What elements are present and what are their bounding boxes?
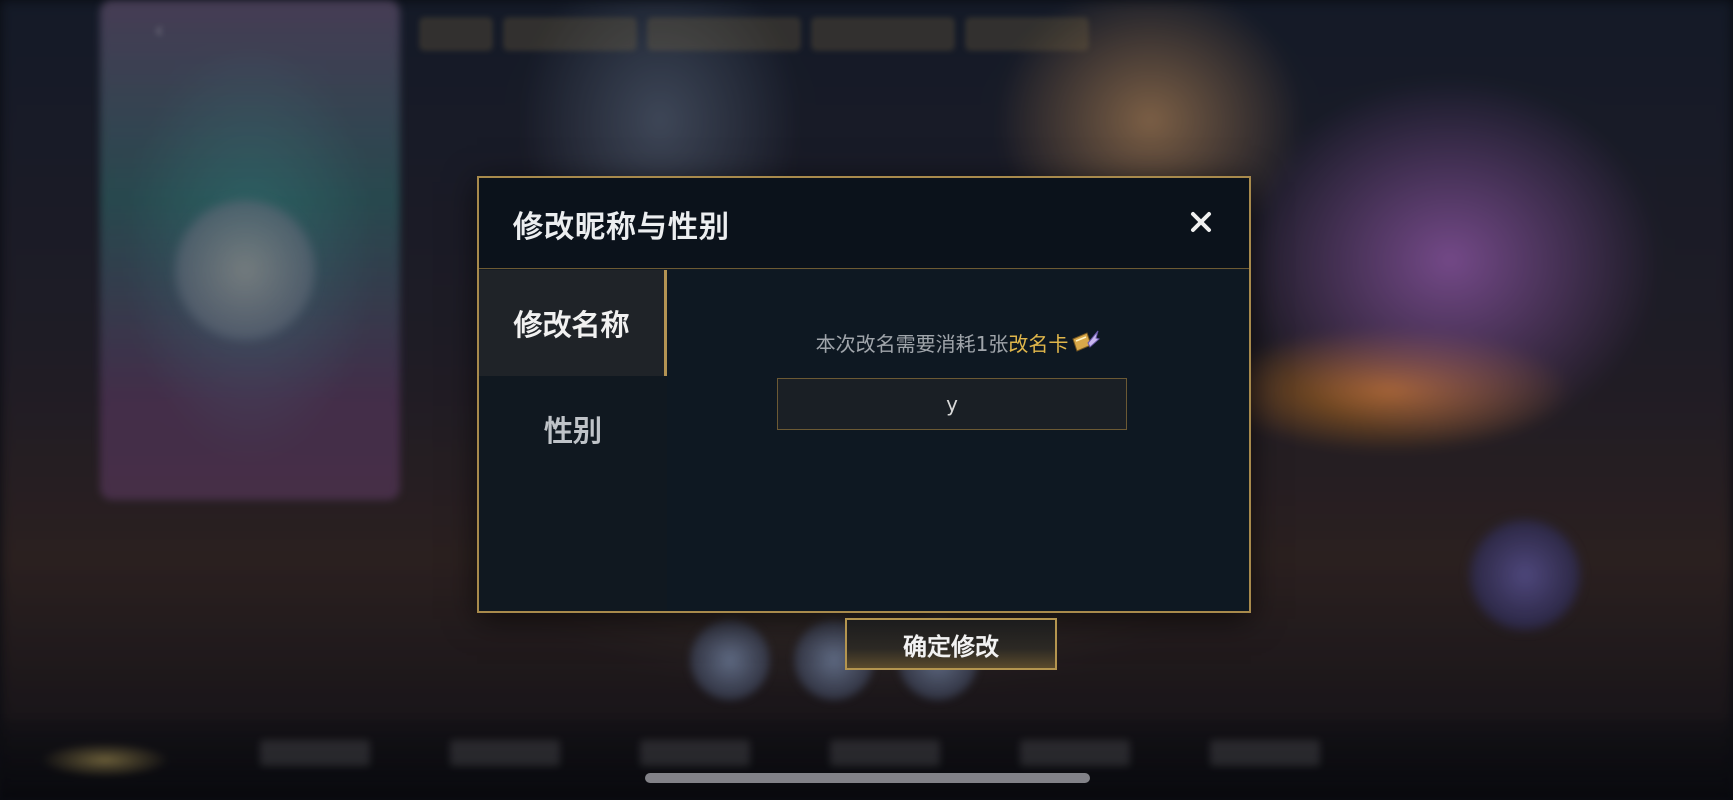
tab-rename-label: 修改名称 (513, 308, 630, 342)
dialog-tabs: 修改名称 性别 (479, 270, 667, 611)
home-indicator (645, 773, 1090, 783)
close-icon (1191, 212, 1211, 232)
nickname-input[interactable] (777, 378, 1127, 430)
tab-rename[interactable]: 修改名称 (479, 270, 667, 376)
dialog-title: 修改昵称与性别 (513, 210, 730, 245)
rename-dialog: 修改昵称与性别 修改名称 性别 本次改名需要消耗1张改名卡 y 确定修改 (477, 176, 1251, 670)
rename-card-name: 改名卡 (1008, 332, 1069, 356)
dialog-header: 修改昵称与性别 (479, 178, 1249, 269)
rename-card-icon (1070, 329, 1101, 360)
rename-notice: 本次改名需要消耗1张改名卡 (667, 328, 1249, 360)
rename-panel: 本次改名需要消耗1张改名卡 确定修改 (667, 270, 1249, 670)
tab-gender[interactable]: 性别 (479, 376, 667, 482)
confirm-rename-label: 确定修改 (903, 632, 999, 661)
rename-notice-text: 本次改名需要消耗1张 (815, 332, 1009, 356)
game-screen: ‹ 修改昵称与性别 修改名称 性别 本次改名需要消耗1张改名卡 y 确定修改 (0, 0, 1733, 800)
tab-gender-label: 性别 (543, 414, 602, 448)
confirm-rename-button[interactable]: 确定修改 (845, 618, 1057, 670)
close-button[interactable] (1183, 204, 1219, 240)
